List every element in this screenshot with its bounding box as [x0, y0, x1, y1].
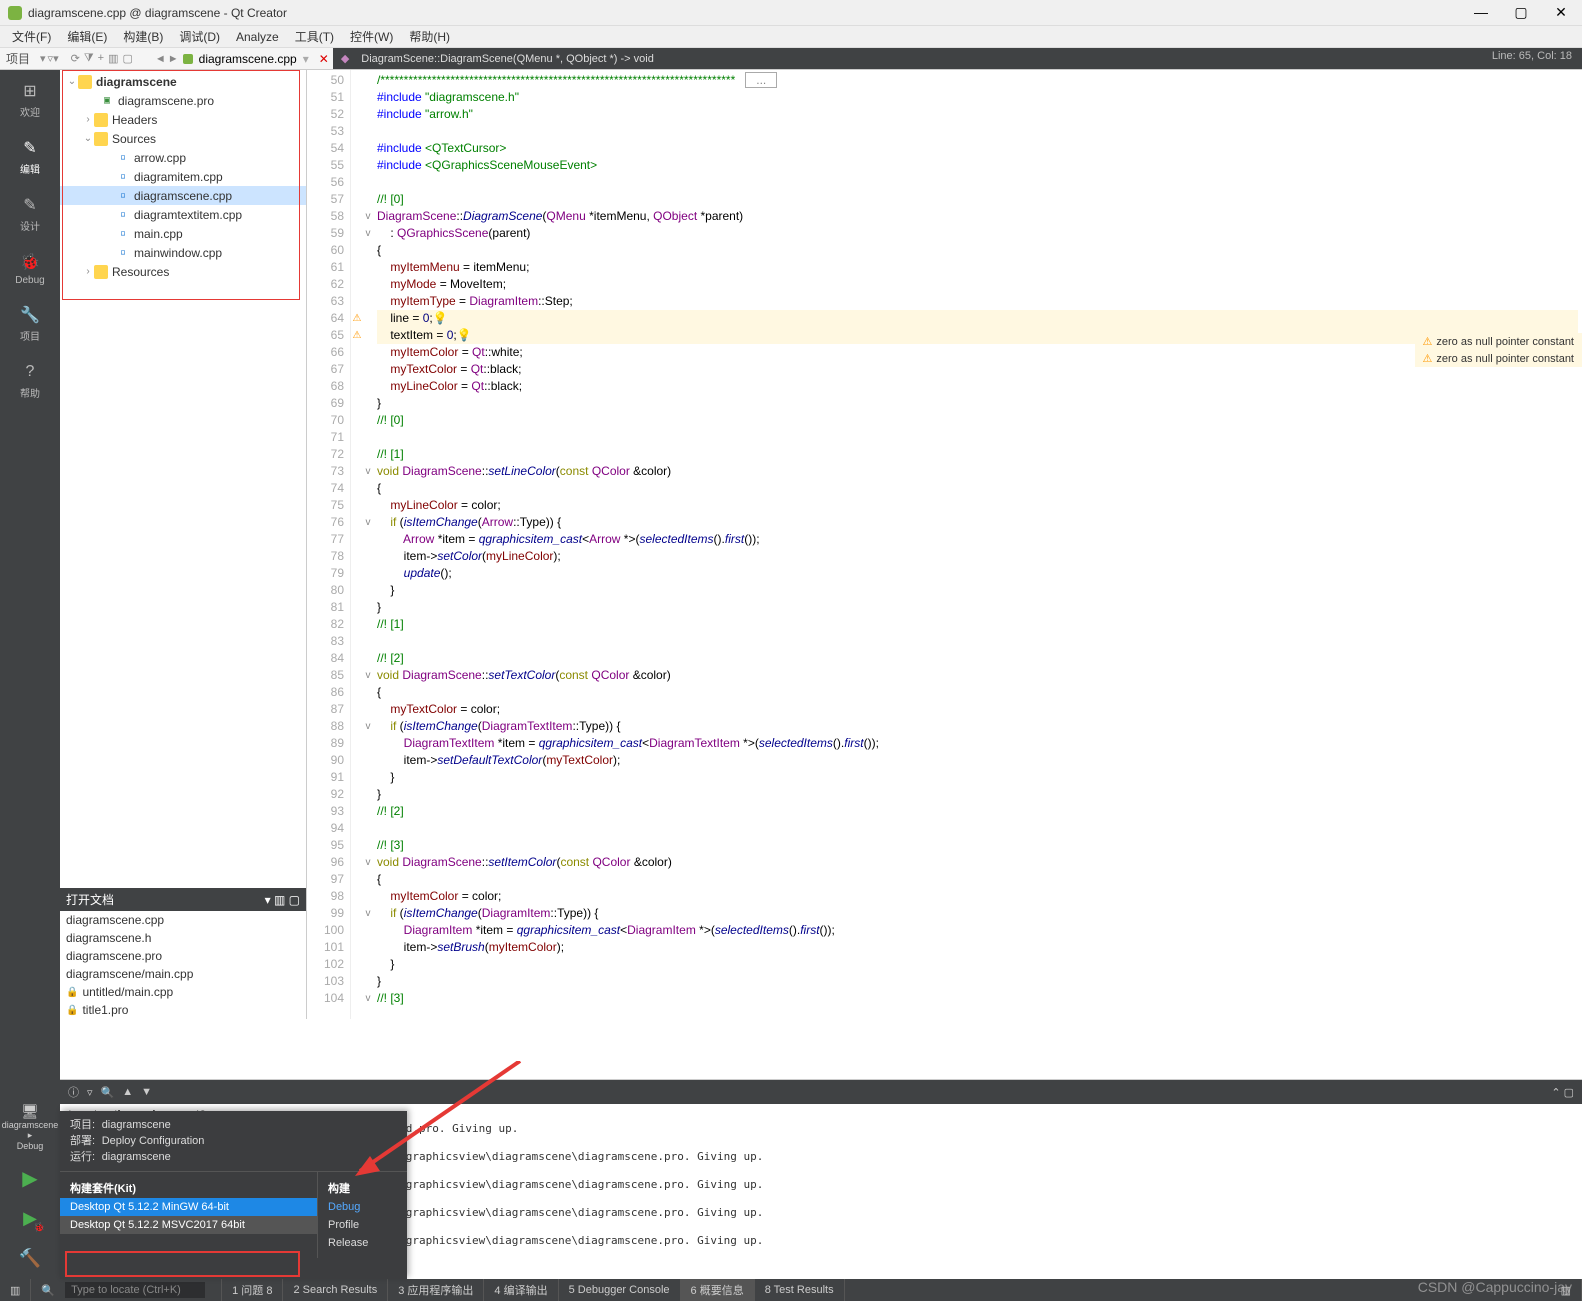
status-tab[interactable]: 4 编译输出 — [484, 1279, 558, 1301]
status-tab[interactable]: 3 应用程序输出 — [388, 1279, 484, 1301]
code-editor[interactable]: 5051525354555657585960616263646566676869… — [307, 70, 1582, 1019]
status-tab[interactable]: 6 概要信息 — [681, 1279, 755, 1301]
build-button[interactable]: 🔨 — [17, 1245, 43, 1271]
open-doc[interactable]: 🔒untitled/main.cpp — [60, 983, 306, 1001]
open-doc[interactable]: diagramscene.cpp — [60, 911, 306, 929]
top-toolbar: 项目 ▾ ▿▾ ⟳ ⧩ + ▥ ▢ ◄► diagramscene.cpp ▾ … — [0, 48, 1582, 70]
build-profile[interactable]: Profile — [318, 1216, 407, 1234]
menu-build[interactable]: 构建(B) — [115, 26, 171, 47]
tree-file[interactable]: ▫main.cpp — [60, 224, 306, 243]
filter-icon[interactable]: ▿ — [87, 1086, 93, 1099]
status-bar: ▥ 🔍Type to locate (Ctrl+K) 1 问题 82 Searc… — [0, 1279, 1582, 1301]
open-docs-list: diagramscene.cppdiagramscene.hdiagramsce… — [60, 911, 306, 1019]
project-label: 项目 — [0, 50, 36, 67]
status-tab[interactable]: 1 问题 8 — [222, 1279, 283, 1301]
tree-pro[interactable]: diagramscene.pro — [118, 94, 214, 108]
mode-bar: ⊞欢迎 ✎编辑 ✎设计 🐞Debug 🔧项目 ?帮助 — [0, 70, 60, 1019]
build-release[interactable]: Release — [318, 1234, 407, 1252]
toolbar-nav: ▾ ▿▾ — [36, 52, 63, 65]
side-panel: ⌄diagramscene ▣diagramscene.pro ›Headers… — [60, 70, 307, 1019]
inline-warnings: zero as null pointer constant zero as nu… — [1415, 333, 1582, 367]
app-icon — [8, 6, 22, 20]
kit-popup: 项目: diagramscene 部署: Deploy Configuratio… — [60, 1111, 407, 1279]
title-bar: diagramscene.cpp @ diagramscene - Qt Cre… — [0, 0, 1582, 26]
mode-Debug[interactable]: 🐞Debug — [15, 251, 44, 286]
menu-help[interactable]: 帮助(H) — [401, 26, 458, 47]
tree-file[interactable]: ▫diagramscene.cpp — [60, 186, 306, 205]
close-output-icon[interactable]: ⌃ ▢ — [1551, 1086, 1574, 1099]
filter2-icon[interactable]: ⧩ — [84, 52, 94, 65]
open-doc[interactable]: diagramscene.h — [60, 929, 306, 947]
minimize-button[interactable]: — — [1468, 4, 1494, 21]
breadcrumb[interactable]: ◆ DiagramScene::DiagramScene(QMenu *, QO… — [333, 48, 1582, 69]
status-tab[interactable]: 8 Test Results — [755, 1279, 845, 1301]
mode-帮助[interactable]: ?帮助 — [19, 361, 41, 400]
maximize-button[interactable]: ▢ — [1508, 4, 1534, 21]
tree-file[interactable]: ▫mainwindow.cpp — [60, 243, 306, 262]
menu-file[interactable]: 文件(F) — [4, 26, 59, 47]
watermark: CSDN @Cappuccino-jay — [1418, 1279, 1572, 1295]
mode-欢迎[interactable]: ⊞欢迎 — [19, 80, 41, 119]
line-col-indicator: Line: 65, Col: 18 — [1492, 50, 1572, 62]
open-docs-header: 打开文档 ▾ ▥ ▢ — [60, 888, 306, 911]
sync-icon[interactable]: ⟳ — [71, 52, 80, 65]
menu-tools[interactable]: 工具(T) — [287, 26, 342, 47]
mode-编辑[interactable]: ✎编辑 — [19, 137, 41, 176]
menu-analyze[interactable]: Analyze — [228, 28, 287, 46]
back-icon[interactable]: ◄ — [155, 53, 166, 65]
project-tree[interactable]: ⌄diagramscene ▣diagramscene.pro ›Headers… — [60, 70, 306, 888]
tree-resources[interactable]: Resources — [112, 265, 169, 279]
active-file-badge[interactable]: diagramscene.cpp ▾ — [183, 48, 309, 69]
run-button[interactable]: ▶ — [17, 1165, 43, 1191]
down-icon[interactable]: ▼ — [141, 1086, 152, 1098]
menu-debug[interactable]: 调试(D) — [171, 26, 228, 47]
file-icon — [183, 54, 193, 64]
mode-设计[interactable]: ✎设计 — [19, 194, 41, 233]
up-icon[interactable]: ▲ — [122, 1086, 133, 1098]
tree-file[interactable]: ▫diagramtextitem.cpp — [60, 205, 306, 224]
locate-field[interactable]: 🔍Type to locate (Ctrl+K) — [31, 1279, 222, 1301]
build-debug[interactable]: Debug — [318, 1198, 407, 1216]
tree-sources[interactable]: Sources — [112, 132, 156, 146]
status-tab[interactable]: 5 Debugger Console — [559, 1279, 681, 1301]
menu-edit[interactable]: 编辑(E) — [59, 26, 115, 47]
debug-run-button[interactable]: ▶🐞 — [17, 1205, 43, 1231]
window-title: diagramscene.cpp @ diagramscene - Qt Cre… — [28, 6, 1468, 20]
kit-header: 构建套件(Kit) — [60, 1178, 317, 1198]
menu-widgets[interactable]: 控件(W) — [342, 26, 401, 47]
close-panel-icon[interactable]: ▢ — [122, 52, 132, 65]
info-icon[interactable]: ⓘ — [68, 1084, 79, 1100]
open-doc[interactable]: 🔒title1.pro — [60, 1001, 306, 1019]
tree-file[interactable]: ▫diagramitem.cpp — [60, 167, 306, 186]
kit-selector[interactable]: 🖥 diagramscene ▸ Debug — [2, 1103, 59, 1151]
run-bar: 🖥 diagramscene ▸ Debug ▶ ▶🐞 🔨 — [0, 1019, 60, 1279]
plus-icon[interactable]: + — [98, 52, 104, 65]
status-tab[interactable]: 2 Search Results — [283, 1279, 388, 1301]
build-header: 构建 — [318, 1178, 407, 1198]
close-sidebar-icon[interactable]: ▥ — [0, 1279, 31, 1301]
dropdown-icon[interactable]: ▾ — [40, 52, 46, 65]
tree-file[interactable]: ▫arrow.cpp — [60, 148, 306, 167]
split-icon[interactable]: ▥ — [108, 52, 118, 65]
mode-项目[interactable]: 🔧项目 — [19, 304, 41, 343]
tree-headers[interactable]: Headers — [112, 113, 157, 127]
active-file-name: diagramscene.cpp — [199, 52, 297, 66]
fwd-icon[interactable]: ► — [168, 53, 179, 65]
kit-msvc[interactable]: Desktop Qt 5.12.2 MSVC2017 64bit — [60, 1216, 317, 1234]
stop-icon[interactable]: ✕ — [315, 52, 333, 66]
filter-icon[interactable]: ▿▾ — [48, 52, 59, 65]
zoom-icon[interactable]: 🔍 — [101, 1086, 115, 1099]
menu-bar: 文件(F) 编辑(E) 构建(B) 调试(D) Analyze 工具(T) 控件… — [0, 26, 1582, 48]
kit-mingw[interactable]: Desktop Qt 5.12.2 MinGW 64-bit — [60, 1198, 317, 1216]
open-doc[interactable]: diagramscene/main.cpp — [60, 965, 306, 983]
close-button[interactable]: ✕ — [1548, 4, 1574, 21]
tree-root[interactable]: diagramscene — [96, 75, 177, 89]
open-doc[interactable]: diagramscene.pro — [60, 947, 306, 965]
